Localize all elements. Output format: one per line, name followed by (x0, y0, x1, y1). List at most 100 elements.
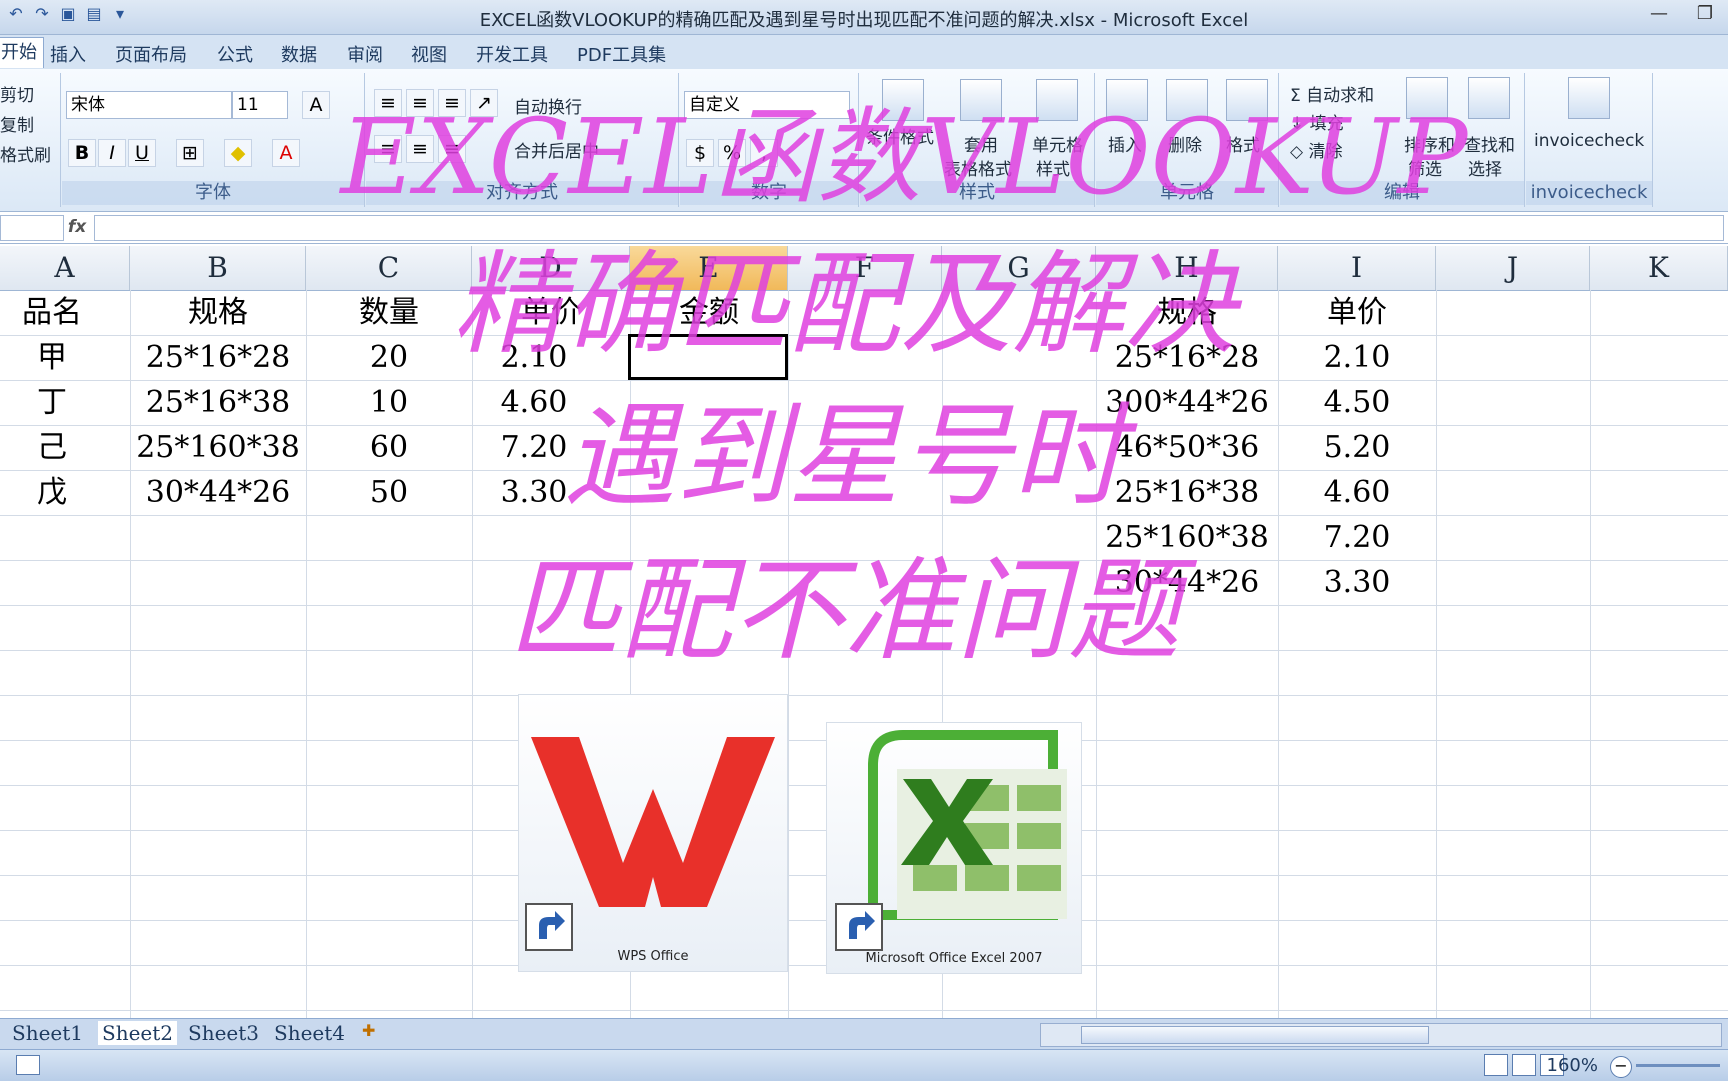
format-table-label-1[interactable]: 套用 (964, 131, 998, 156)
page-layout-view-icon[interactable] (1512, 1054, 1536, 1076)
fill-color-icon[interactable]: ◆ (224, 139, 252, 167)
table-cell[interactable]: 丁 (0, 380, 104, 425)
font-name-select[interactable]: 宋体 (66, 91, 232, 119)
sheet-tab-4[interactable]: Sheet4 (274, 1021, 345, 1045)
orientation-icon[interactable]: ↗ (470, 89, 498, 117)
delete-cells-icon[interactable] (1166, 79, 1208, 121)
align-center-icon[interactable]: ≡ (406, 135, 434, 163)
active-cell-e2[interactable] (628, 334, 788, 380)
tab-formulas[interactable]: 公式 (217, 41, 253, 67)
invoicecheck-icon[interactable] (1568, 77, 1610, 119)
zoom-out-icon[interactable]: − (1610, 1056, 1632, 1078)
format-painter-button[interactable]: 格式刷 (0, 141, 51, 166)
table-cell[interactable]: 25*16*28 (130, 335, 306, 380)
autosum-button[interactable]: Σ 自动求和 (1290, 81, 1374, 106)
column-header-b[interactable]: B (130, 246, 306, 290)
macro-record-icon[interactable] (16, 1055, 40, 1075)
invoicecheck-button[interactable]: invoicecheck (1534, 131, 1644, 151)
table-cell[interactable]: 25*16*38 (1096, 470, 1278, 515)
table-cell[interactable]: 4.60 (1278, 470, 1436, 515)
tab-data[interactable]: 数据 (281, 41, 317, 67)
column-header-f[interactable]: F (788, 246, 942, 290)
tab-developer[interactable]: 开发工具 (476, 41, 548, 67)
table-cell[interactable]: 戊 (0, 470, 104, 515)
tab-home[interactable]: 开始 (0, 37, 44, 68)
worksheet-grid[interactable]: 品名 规格 数量 单价 金额 规格 单价 甲 25*16*28 20 2.10 … (0, 290, 1728, 1018)
table-cell[interactable]: 3.30 (472, 470, 596, 515)
italic-button[interactable]: I (98, 139, 126, 167)
lookup-header-spec[interactable]: 规格 (1096, 290, 1278, 335)
table-cell[interactable]: 25*16*28 (1096, 335, 1278, 380)
conditional-format-button[interactable]: 条件格式 (866, 123, 934, 148)
zoom-level[interactable]: 160% (1547, 1055, 1598, 1076)
align-top-icon[interactable]: ≡ (374, 89, 402, 117)
cut-button[interactable]: 剪切 (0, 81, 34, 106)
tab-page-layout[interactable]: 页面布局 (115, 41, 187, 67)
table-cell[interactable]: 25*16*38 (130, 380, 306, 425)
sort-filter-label-2[interactable]: 筛选 (1408, 155, 1442, 180)
bold-button[interactable]: B (68, 139, 96, 167)
find-select-icon[interactable] (1468, 77, 1510, 119)
header-cell-spec[interactable]: 规格 (130, 290, 306, 335)
table-cell[interactable]: 300*44*26 (1096, 380, 1278, 425)
find-select-label-2[interactable]: 选择 (1468, 155, 1502, 180)
align-bottom-icon[interactable]: ≡ (438, 89, 466, 117)
column-header-d[interactable]: D (472, 246, 630, 290)
comma-icon[interactable]: , (750, 139, 778, 167)
sheet-tab-2[interactable]: Sheet2 (98, 1021, 178, 1045)
wrap-text-button[interactable]: 自动换行 (514, 93, 582, 118)
table-cell[interactable]: 46*50*36 (1096, 425, 1278, 470)
sheet-tab-1[interactable]: Sheet1 (12, 1021, 83, 1045)
table-cell[interactable]: 2.10 (472, 335, 596, 380)
table-cell[interactable]: 4.50 (1278, 380, 1436, 425)
find-select-label-1[interactable]: 查找和 (1464, 131, 1515, 156)
table-cell[interactable]: 25*160*38 (130, 425, 306, 470)
merge-center-button[interactable]: 合并后居中 (514, 137, 599, 162)
percent-icon[interactable]: % (718, 139, 746, 167)
clear-button[interactable]: ◇ 清除 (1290, 137, 1342, 162)
borders-icon[interactable]: ⊞ (176, 139, 204, 167)
sort-filter-icon[interactable] (1406, 77, 1448, 119)
format-table-icon[interactable] (960, 79, 1002, 121)
tab-pdf-tools[interactable]: PDF工具集 (577, 41, 666, 67)
header-cell-qty[interactable]: 数量 (306, 290, 472, 335)
table-cell[interactable]: 20 (306, 335, 472, 380)
table-cell[interactable]: 10 (306, 380, 472, 425)
align-left-icon[interactable]: ≡ (374, 135, 402, 163)
align-right-icon[interactable]: ≡ (438, 135, 466, 163)
normal-view-icon[interactable] (1484, 1054, 1508, 1076)
format-cells-button[interactable]: 格式 (1226, 131, 1260, 156)
column-header-i[interactable]: I (1278, 246, 1436, 290)
zoom-slider[interactable] (1636, 1064, 1720, 1067)
column-header-h[interactable]: H (1096, 246, 1278, 290)
table-cell[interactable]: 3.30 (1278, 560, 1436, 605)
column-header-k[interactable]: K (1590, 246, 1728, 290)
horizontal-scroll-thumb[interactable] (1081, 1026, 1429, 1044)
insert-sheet-icon[interactable]: ✚ (362, 1021, 375, 1040)
delete-cells-button[interactable]: 删除 (1168, 131, 1202, 156)
copy-button[interactable]: 复制 (0, 111, 34, 136)
table-cell[interactable]: 甲 (0, 335, 104, 380)
column-header-j[interactable]: J (1436, 246, 1590, 290)
formula-input[interactable] (94, 215, 1724, 241)
tab-review[interactable]: 审阅 (347, 41, 383, 67)
number-format-select[interactable]: 自定义 (684, 91, 850, 119)
table-cell[interactable]: 4.60 (472, 380, 596, 425)
cell-styles-icon[interactable] (1036, 79, 1078, 121)
align-middle-icon[interactable]: ≡ (406, 89, 434, 117)
table-cell[interactable]: 25*160*38 (1096, 515, 1278, 560)
table-cell[interactable]: 5.20 (1278, 425, 1436, 470)
table-cell[interactable]: 30*44*26 (1096, 560, 1278, 605)
column-header-g[interactable]: G (942, 246, 1096, 290)
sheet-tab-3[interactable]: Sheet3 (188, 1021, 259, 1045)
accounting-icon[interactable]: $ (686, 139, 714, 167)
header-cell-price[interactable]: 单价 (472, 290, 630, 335)
name-box[interactable] (0, 215, 64, 241)
tab-view[interactable]: 视图 (411, 41, 447, 67)
fx-icon[interactable]: fx (64, 215, 90, 239)
table-cell[interactable]: 7.20 (1278, 515, 1436, 560)
header-cell-product[interactable]: 品名 (0, 290, 104, 335)
table-cell[interactable]: 60 (306, 425, 472, 470)
font-size-select[interactable]: 11 (232, 91, 288, 119)
sort-filter-label-1[interactable]: 排序和 (1404, 131, 1455, 156)
